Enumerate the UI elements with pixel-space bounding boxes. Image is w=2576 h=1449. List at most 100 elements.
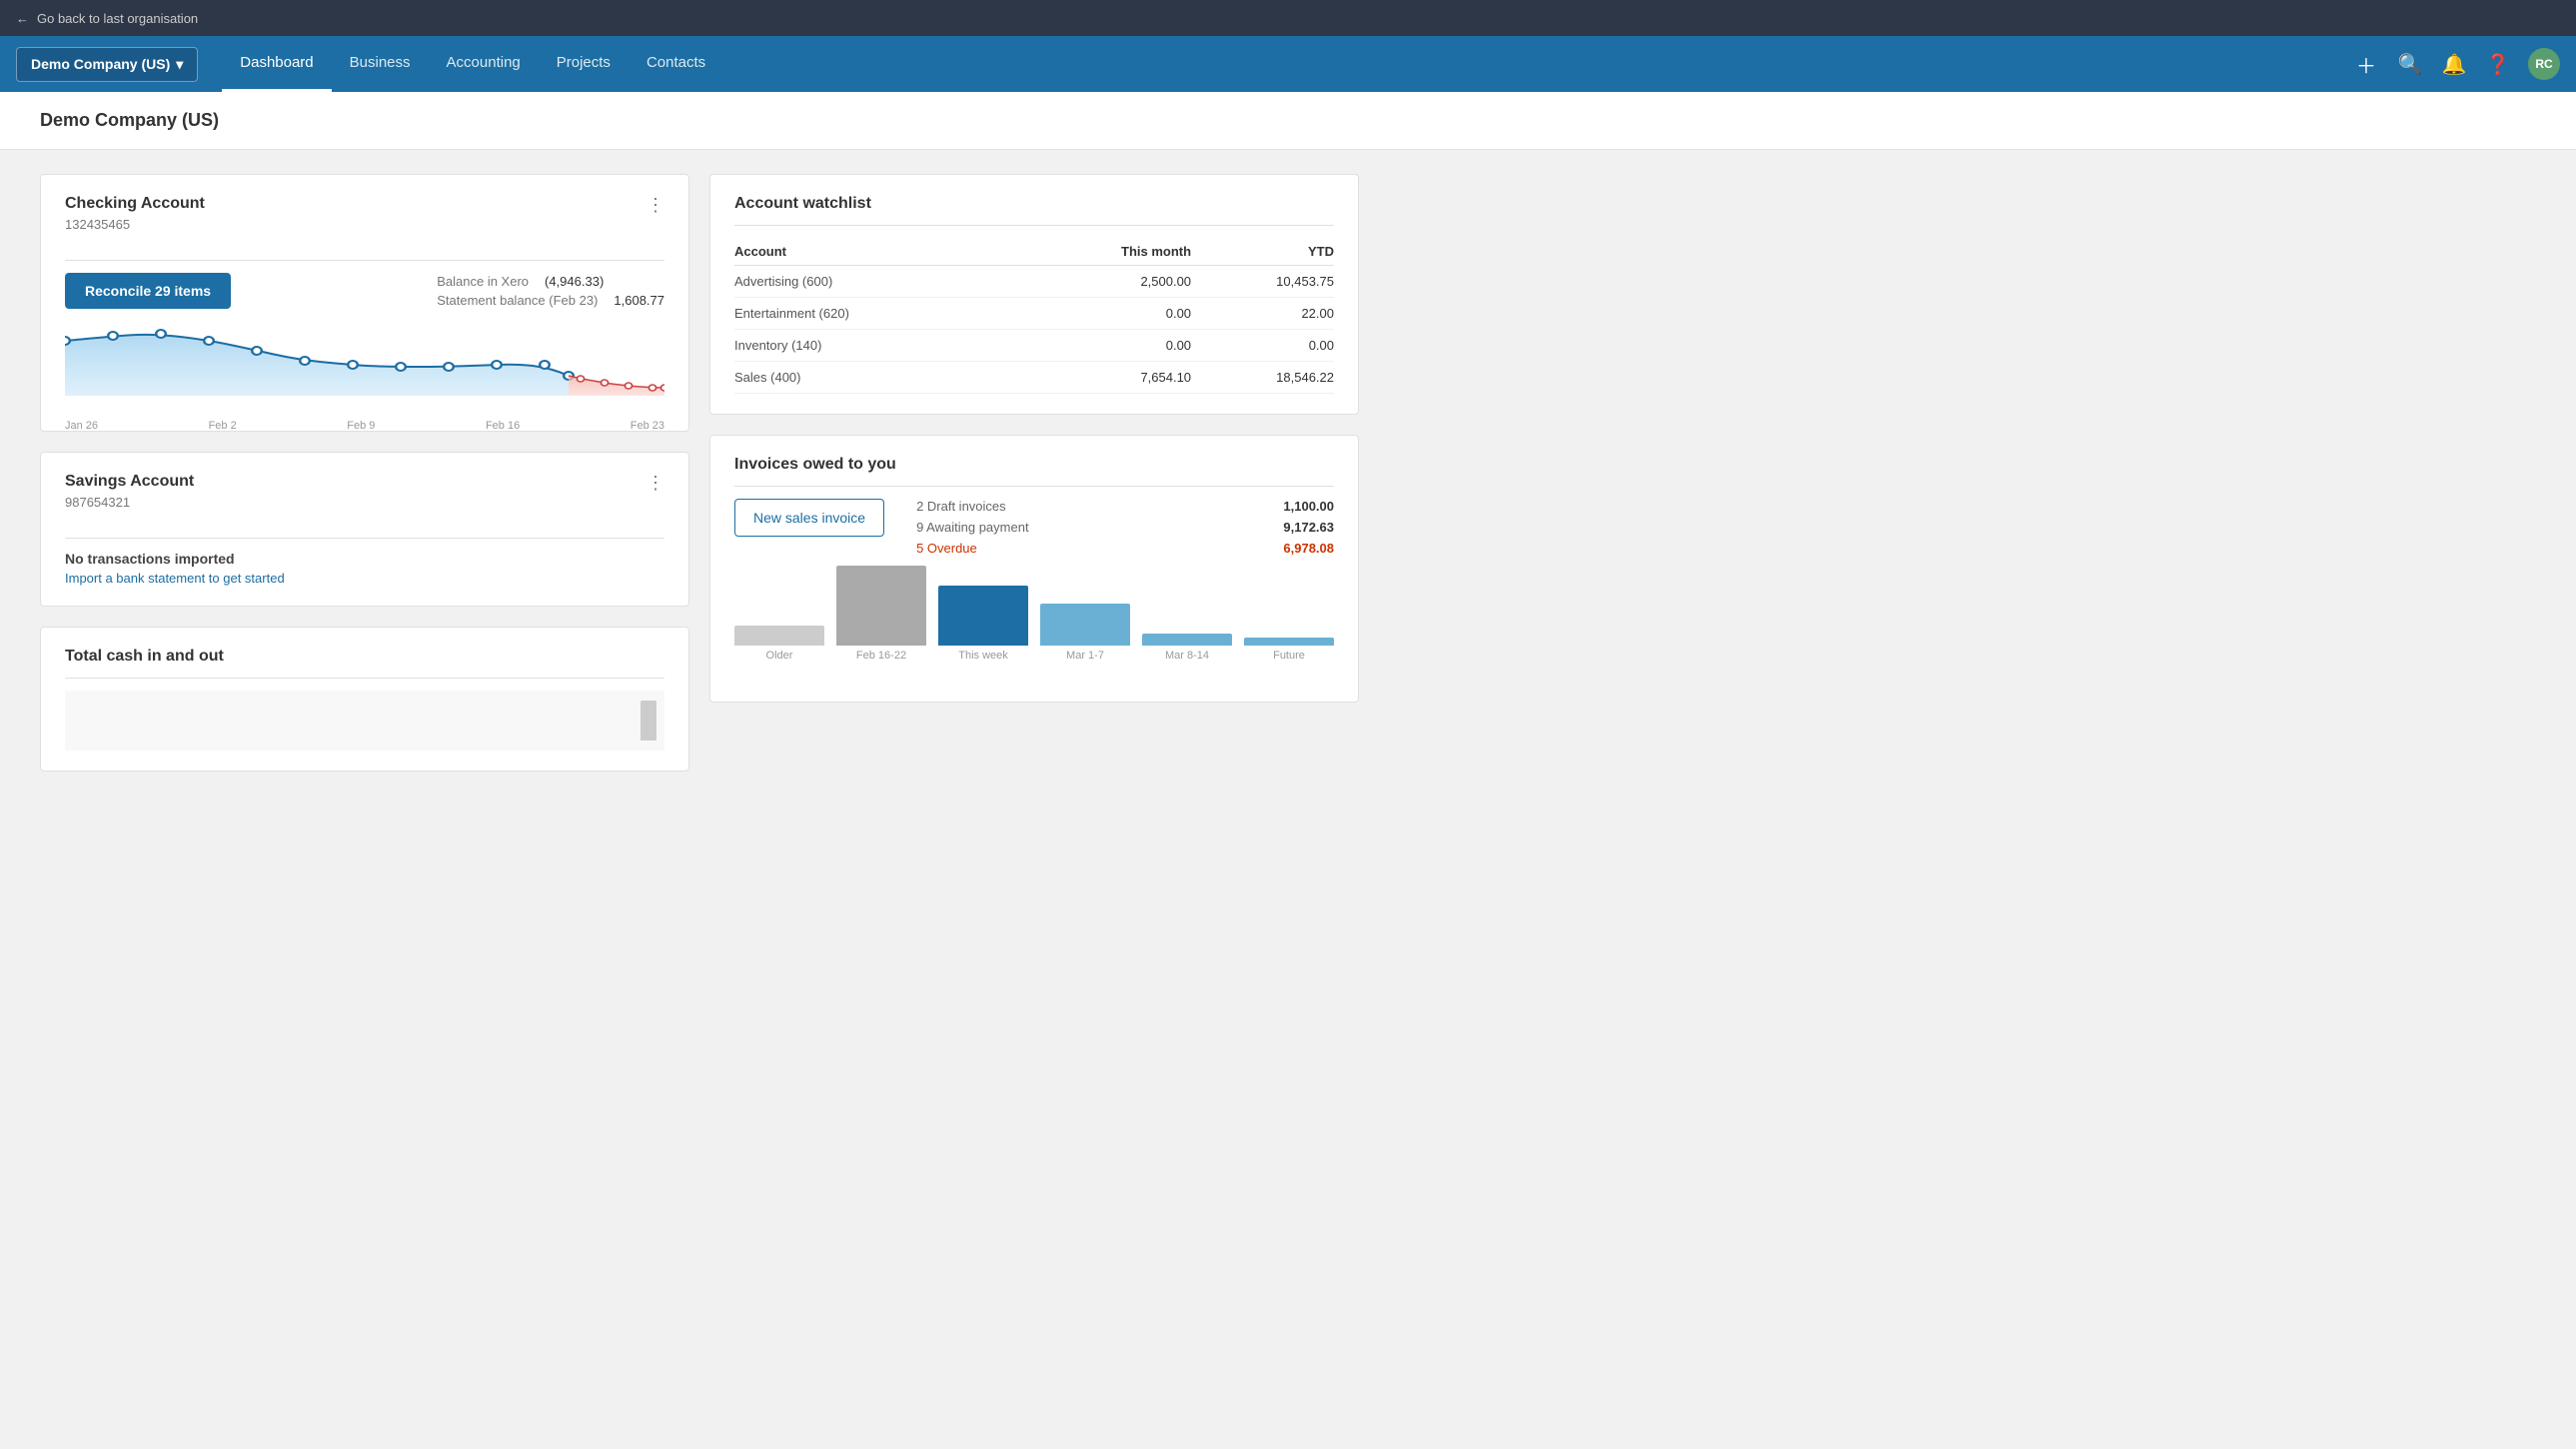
new-sales-invoice-button[interactable]: New sales invoice bbox=[734, 499, 884, 537]
bar-label: Older bbox=[766, 650, 793, 662]
no-transactions-text: No transactions imported bbox=[65, 551, 664, 567]
bar-label: This week bbox=[958, 650, 1008, 662]
bar-group: Future bbox=[1244, 638, 1334, 662]
bar-label: Future bbox=[1273, 650, 1305, 662]
watchlist-row: Advertising (600) 2,500.00 10,453.75 bbox=[734, 266, 1334, 298]
reconcile-button[interactable]: Reconcile 29 items bbox=[65, 273, 231, 309]
nav-dashboard[interactable]: Dashboard bbox=[222, 36, 331, 92]
chart-label-jan26: Jan 26 bbox=[65, 420, 98, 432]
chart-label-feb2: Feb 2 bbox=[209, 420, 237, 432]
watchlist-account: Sales (400) bbox=[734, 362, 1018, 394]
nav-business[interactable]: Business bbox=[332, 36, 429, 92]
invoice-bar-chart: Older Feb 16-22 This week Mar 1-7 Mar 8-14 Fu… bbox=[734, 582, 1334, 682]
statement-balance-label: Statement balance (Feb 23) bbox=[437, 293, 598, 308]
bar-group: Older bbox=[734, 626, 824, 662]
back-label[interactable]: Go back to last organisation bbox=[37, 11, 198, 26]
bar-label: Feb 16-22 bbox=[856, 650, 906, 662]
org-name: Demo Company (US) bbox=[31, 56, 170, 72]
watchlist-account: Inventory (140) bbox=[734, 330, 1018, 362]
checking-account-menu[interactable]: ⋮ bbox=[646, 195, 664, 216]
main-nav: Demo Company (US) ▾ Dashboard Business A… bbox=[0, 36, 2576, 92]
watchlist-title: Account watchlist bbox=[734, 195, 1334, 213]
watchlist-this-month: 0.00 bbox=[1018, 330, 1191, 362]
avatar[interactable]: RC bbox=[2528, 48, 2560, 80]
nav-right: ＋ 🔍 🔔 ❓ RC bbox=[2352, 48, 2560, 80]
watchlist-ytd: 22.00 bbox=[1191, 298, 1334, 330]
bar bbox=[1244, 638, 1334, 646]
search-icon[interactable]: 🔍 bbox=[2396, 50, 2424, 78]
watchlist-account: Entertainment (620) bbox=[734, 298, 1018, 330]
awaiting-label: 9 Awaiting payment bbox=[916, 520, 1029, 535]
left-column: Checking Account 132435465 ⋮ Reconcile 2… bbox=[40, 174, 689, 771]
savings-account-title: Savings Account bbox=[65, 473, 194, 491]
watchlist-ytd: 0.00 bbox=[1191, 330, 1334, 362]
nav-links: Dashboard Business Accounting Projects C… bbox=[222, 36, 2352, 92]
bar bbox=[1040, 604, 1130, 646]
account-watchlist-card: Account watchlist Account This month YTD… bbox=[709, 174, 1359, 415]
bar-group: This week bbox=[938, 586, 1028, 662]
watchlist-row: Sales (400) 7,654.10 18,546.22 bbox=[734, 362, 1334, 394]
checking-account-title: Checking Account bbox=[65, 195, 205, 213]
nav-projects[interactable]: Projects bbox=[539, 36, 629, 92]
bar bbox=[836, 566, 926, 646]
chart-label-feb16: Feb 16 bbox=[486, 420, 520, 432]
balance-in-xero-label: Balance in Xero bbox=[437, 274, 529, 289]
invoice-stats: 2 Draft invoices 1,100.00 9 Awaiting pay… bbox=[916, 499, 1334, 562]
overdue-value: 6,978.08 bbox=[1283, 541, 1334, 556]
draft-invoices-row: 2 Draft invoices 1,100.00 bbox=[916, 499, 1334, 514]
bar-label: Mar 1-7 bbox=[1066, 650, 1104, 662]
chart-labels: Jan 26 Feb 2 Feb 9 Feb 16 Feb 23 bbox=[65, 420, 664, 432]
page-content: Checking Account 132435465 ⋮ Reconcile 2… bbox=[0, 150, 1399, 795]
watchlist-table: Account This month YTD Advertising (600)… bbox=[734, 238, 1334, 394]
draft-label: 2 Draft invoices bbox=[916, 499, 1006, 514]
bar bbox=[1142, 634, 1232, 646]
invoices-title: Invoices owed to you bbox=[734, 456, 1334, 474]
bank-balance-chart bbox=[65, 321, 664, 411]
invoices-owed-card: Invoices owed to you New sales invoice 2… bbox=[709, 435, 1359, 703]
watchlist-this-month: 0.00 bbox=[1018, 298, 1191, 330]
watchlist-row: Entertainment (620) 0.00 22.00 bbox=[734, 298, 1334, 330]
help-icon[interactable]: ❓ bbox=[2484, 50, 2512, 78]
import-bank-statement-link[interactable]: Import a bank statement to get started bbox=[65, 571, 664, 586]
watchlist-this-month: 2,500.00 bbox=[1018, 266, 1191, 298]
bell-icon[interactable]: 🔔 bbox=[2440, 50, 2468, 78]
watchlist-col-this-month: This month bbox=[1018, 238, 1191, 266]
right-column: Account watchlist Account This month YTD… bbox=[709, 174, 1359, 771]
bar-group: Mar 8-14 bbox=[1142, 634, 1232, 662]
page-header: Demo Company (US) bbox=[0, 92, 2576, 150]
watchlist-col-account: Account bbox=[734, 238, 1018, 266]
watchlist-this-month: 7,654.10 bbox=[1018, 362, 1191, 394]
total-cash-title: Total cash in and out bbox=[65, 648, 664, 666]
invoice-top: New sales invoice 2 Draft invoices 1,100… bbox=[734, 499, 1334, 562]
overdue-row: 5 Overdue 6,978.08 bbox=[916, 541, 1334, 556]
watchlist-ytd: 18,546.22 bbox=[1191, 362, 1334, 394]
page-title: Demo Company (US) bbox=[40, 110, 2536, 131]
checking-account-card: Checking Account 132435465 ⋮ Reconcile 2… bbox=[40, 174, 689, 432]
chevron-down-icon: ▾ bbox=[176, 56, 183, 73]
watchlist-ytd: 10,453.75 bbox=[1191, 266, 1334, 298]
checking-account-number: 132435465 bbox=[65, 217, 205, 232]
nav-contacts[interactable]: Contacts bbox=[629, 36, 723, 92]
total-cash-card: Total cash in and out bbox=[40, 627, 689, 771]
bar-group: Feb 16-22 bbox=[836, 566, 926, 662]
bar-label: Mar 8-14 bbox=[1165, 650, 1209, 662]
draft-value: 1,100.00 bbox=[1283, 499, 1334, 514]
awaiting-payment-row: 9 Awaiting payment 9,172.63 bbox=[916, 520, 1334, 535]
watchlist-col-ytd: YTD bbox=[1191, 238, 1334, 266]
bar-group: Mar 1-7 bbox=[1040, 604, 1130, 662]
awaiting-value: 9,172.63 bbox=[1283, 520, 1334, 535]
statement-balance-value: 1,608.77 bbox=[614, 293, 664, 308]
bank-chart-area: Jan 26 Feb 2 Feb 9 Feb 16 Feb 23 bbox=[65, 321, 664, 411]
watchlist-row: Inventory (140) 0.00 0.00 bbox=[734, 330, 1334, 362]
savings-account-number: 987654321 bbox=[65, 495, 194, 510]
savings-account-menu[interactable]: ⋮ bbox=[646, 473, 664, 494]
bar bbox=[734, 626, 824, 646]
org-selector[interactable]: Demo Company (US) ▾ bbox=[16, 47, 198, 82]
balance-info: Balance in Xero (4,946.33) Statement bal… bbox=[437, 274, 664, 308]
watchlist-account: Advertising (600) bbox=[734, 266, 1018, 298]
add-icon[interactable]: ＋ bbox=[2352, 50, 2380, 78]
top-bar: ← Go back to last organisation bbox=[0, 0, 2576, 36]
nav-accounting[interactable]: Accounting bbox=[429, 36, 539, 92]
reconcile-row: Reconcile 29 items Balance in Xero (4,94… bbox=[65, 273, 664, 309]
chart-label-feb23: Feb 23 bbox=[631, 420, 664, 432]
